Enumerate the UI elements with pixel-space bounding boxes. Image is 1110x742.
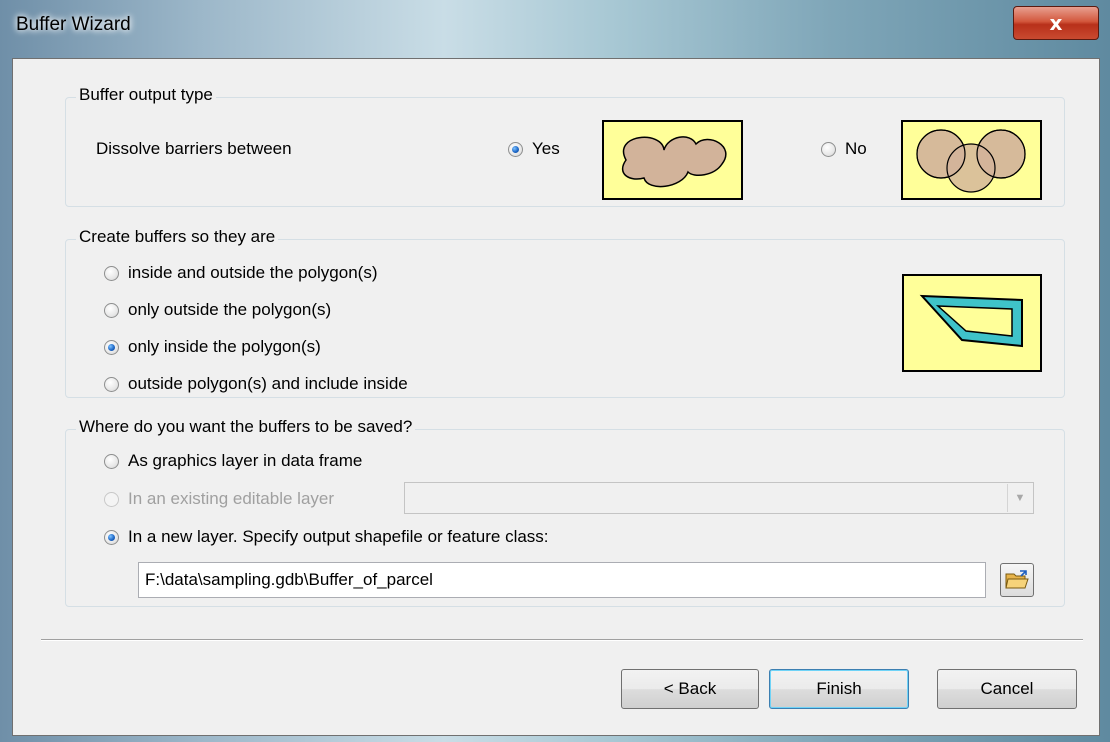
cancel-button[interactable]: Cancel [937,669,1077,709]
only-outside-label[interactable]: only outside the polygon(s) [128,300,331,320]
output-type-group: Buffer output type Dissolve barriers bet… [65,85,1065,207]
inside-outside-radio[interactable] [104,266,119,281]
outside-include-inside-radio[interactable] [104,377,119,392]
graphics-layer-radio[interactable] [104,454,119,469]
close-button[interactable]: x [1013,6,1099,40]
dissolve-yes-radio[interactable] [508,142,523,157]
existing-layer-label[interactable]: In an existing editable layer [128,489,334,509]
back-button[interactable]: < Back [621,669,759,709]
dissolve-yes-label[interactable]: Yes [532,139,560,159]
browse-button[interactable] [1000,563,1034,597]
existing-layer-radio[interactable] [104,492,119,507]
dissolve-no-preview [901,120,1042,200]
window-title: Buffer Wizard [16,14,131,35]
title-bar[interactable]: Buffer Wizard x [0,0,1110,58]
close-icon: x [1049,11,1063,35]
dialog-body: Buffer output type Dissolve barriers bet… [12,58,1100,736]
buffer-wizard-window: Buffer Wizard x Buffer output type Disso… [0,0,1110,742]
dissolve-yes-preview [602,120,743,200]
dissolve-no-label[interactable]: No [845,139,867,159]
dissolve-label: Dissolve barriers between [96,139,292,158]
new-layer-label[interactable]: In a new layer. Specify output shapefile… [128,527,549,547]
dissolved-buffers-icon [621,136,727,188]
create-buffers-legend: Create buffers so they are [76,227,279,247]
button-separator [41,639,1083,641]
overlapping-buffers-icon [916,129,1026,193]
existing-layer-dropdown[interactable]: ▼ [404,482,1034,514]
outside-include-inside-label[interactable]: outside polygon(s) and include inside [128,374,408,394]
save-location-legend: Where do you want the buffers to be save… [76,417,416,437]
create-buffers-group: Create buffers so they are inside and ou… [65,227,1065,398]
only-inside-radio[interactable] [104,340,119,355]
output-type-legend: Buffer output type [76,85,216,105]
dissolve-no-radio[interactable] [821,142,836,157]
output-path-input[interactable]: F:\data\sampling.gdb\Buffer_of_parcel [138,562,986,598]
save-location-group: Where do you want the buffers to be save… [65,417,1065,607]
finish-button[interactable]: Finish [769,669,909,709]
only-outside-radio[interactable] [104,303,119,318]
new-layer-radio[interactable] [104,530,119,545]
inside-outside-label[interactable]: inside and outside the polygon(s) [128,263,378,283]
graphics-layer-label[interactable]: As graphics layer in data frame [128,451,362,471]
folder-open-icon [1005,570,1029,589]
inside-buffer-polygon-icon [919,294,1023,348]
buffer-side-preview [902,274,1042,372]
only-inside-label[interactable]: only inside the polygon(s) [128,337,321,357]
chevron-down-icon[interactable]: ▼ [1007,484,1032,512]
